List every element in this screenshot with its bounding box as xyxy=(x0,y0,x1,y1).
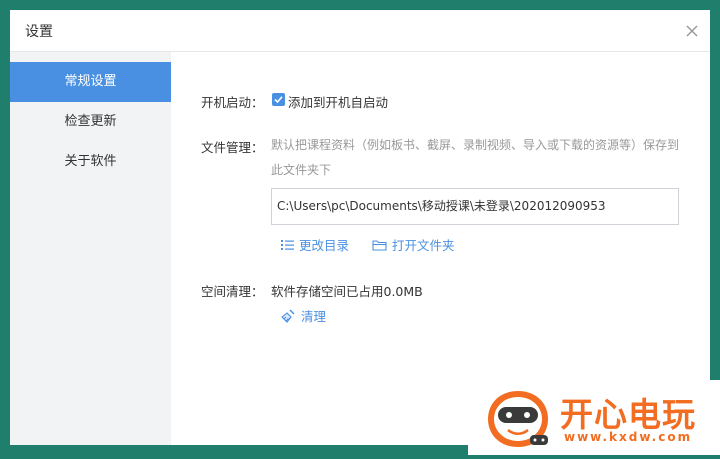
checkmark-icon xyxy=(274,96,283,104)
watermark: 开心电玩 www.kxdw.com xyxy=(468,380,720,455)
sidebar-item-about[interactable]: 关于软件 xyxy=(10,142,171,182)
change-directory-label: 更改目录 xyxy=(299,238,350,253)
watermark-text: 开心电玩 xyxy=(560,395,696,434)
clean-label: 清理 xyxy=(301,309,327,324)
mascot-logo-icon xyxy=(478,383,558,459)
change-directory-button[interactable]: 更改目录 xyxy=(281,235,349,254)
startup-checkbox[interactable] xyxy=(272,93,285,106)
cleanup-label: 空间清理： xyxy=(201,284,264,299)
folder-icon xyxy=(372,239,387,251)
sidebar-item-check-update[interactable]: 检查更新 xyxy=(10,102,171,142)
open-folder-label: 打开文件夹 xyxy=(392,238,455,253)
list-icon xyxy=(281,239,294,251)
startup-label: 开机启动： xyxy=(201,95,264,110)
storage-usage-text: 软件存储空间已占用0.0MB xyxy=(271,284,423,299)
broom-icon xyxy=(281,309,296,323)
file-path-field[interactable]: C:\Users\pc\Documents\移动授课\未登录\202012090… xyxy=(271,188,679,225)
close-icon[interactable] xyxy=(682,21,702,41)
file-management-label: 文件管理： xyxy=(201,140,264,155)
file-management-description: 默认把课程资料（例如板书、截屏、录制视频、导入或下载的资源等）保存到此文件夹下 xyxy=(271,138,680,177)
watermark-url: www.kxdw.com xyxy=(564,430,693,444)
sidebar-item-general-settings[interactable]: 常规设置 xyxy=(10,62,171,102)
open-folder-button[interactable]: 打开文件夹 xyxy=(372,235,455,254)
sidebar: 常规设置 检查更新 关于软件 xyxy=(10,52,171,445)
clean-button[interactable]: 清理 xyxy=(281,306,326,325)
dialog-titlebar: 设置 xyxy=(10,10,710,52)
dialog-title: 设置 xyxy=(25,24,53,40)
startup-checkbox-label[interactable]: 添加到开机自启动 xyxy=(288,92,388,111)
